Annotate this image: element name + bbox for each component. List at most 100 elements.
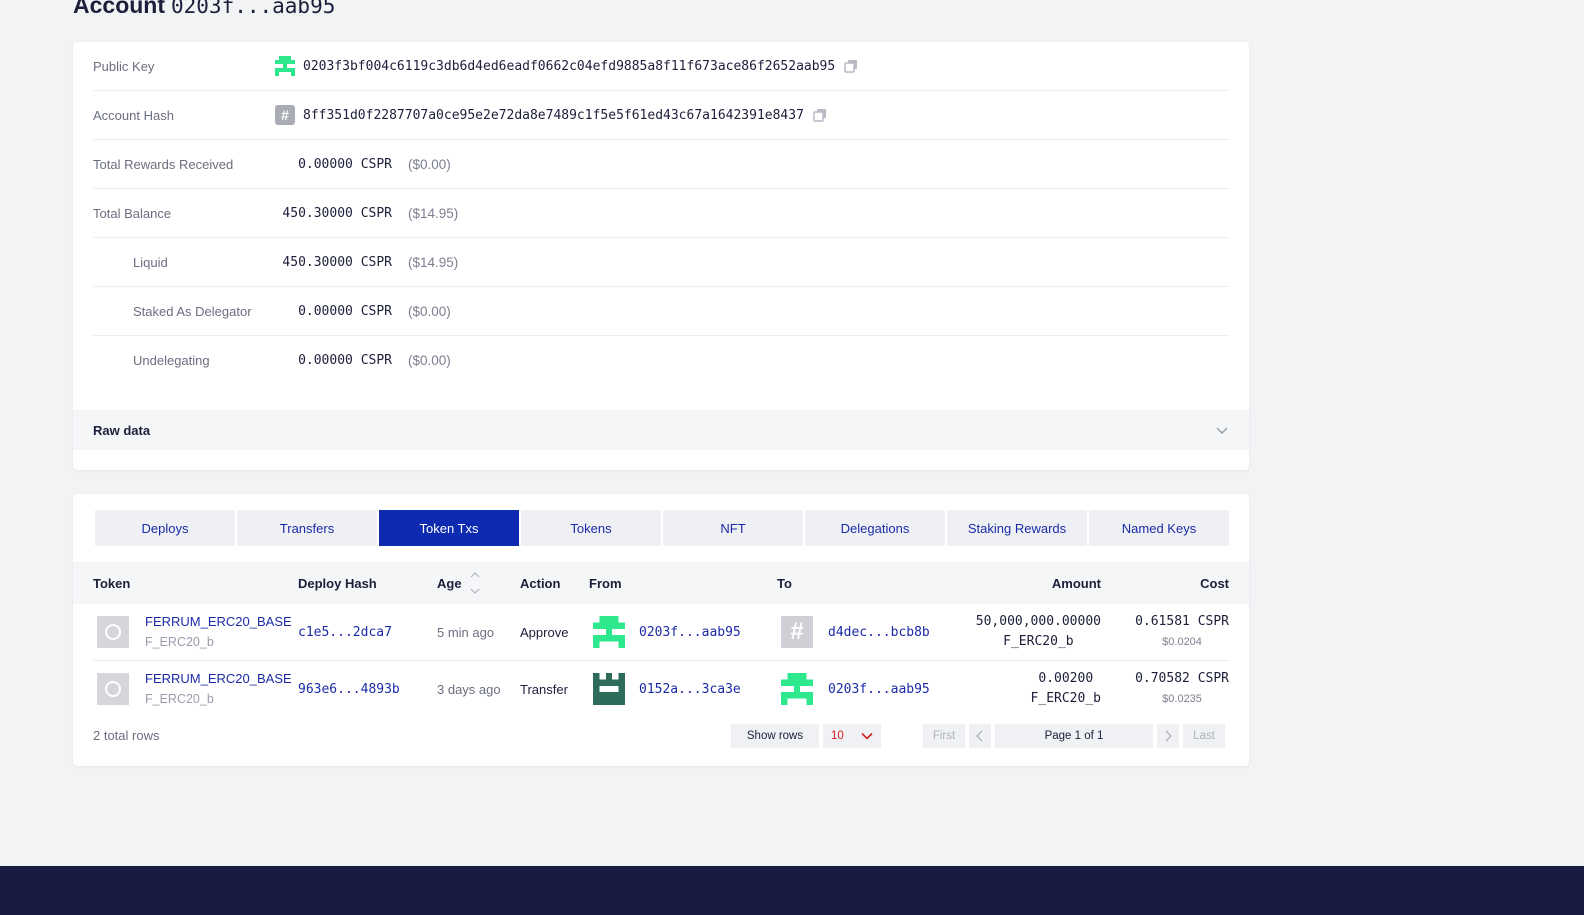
identicon-icon: [593, 616, 625, 648]
cost-usd: $0.0204: [1162, 636, 1202, 648]
identicon-icon: [593, 673, 625, 705]
tab-nft[interactable]: NFT: [663, 510, 803, 546]
from-account-link[interactable]: 0152a...3ca3e: [639, 682, 741, 697]
table-row: FERRUM_ERC20_BASE F_ERC20_b c1e5...2dca7…: [93, 604, 1229, 661]
undelegating-label: Undelegating: [133, 352, 210, 368]
token-txs-card: Deploys Transfers Token Txs Tokens NFT D…: [73, 494, 1249, 766]
to-account-link[interactable]: d4dec...bcb8b: [828, 625, 930, 640]
chevron-left-icon: [976, 730, 983, 742]
cost-usd: $0.0235: [1162, 693, 1202, 705]
column-header-age[interactable]: Age: [437, 562, 480, 604]
column-header-action: Action: [520, 575, 561, 591]
column-header-from: From: [589, 575, 622, 591]
total-balance-row: Total Balance 450.30000 CSPR ($14.95): [93, 189, 1229, 238]
amount-symbol: F_ERC20_b: [1030, 691, 1101, 706]
column-header-age-label: Age: [437, 575, 462, 591]
amount-cell: 50,000,000.00000 F_ERC20_b: [976, 604, 1101, 660]
copy-icon[interactable]: [844, 59, 858, 73]
token-symbol: F_ERC20_b: [145, 635, 214, 649]
hash-icon: #: [275, 105, 295, 125]
account-short-hash: 0203f...aab95: [171, 0, 336, 18]
token-cell: FERRUM_ERC20_BASE F_ERC20_b: [97, 604, 292, 660]
tab-tokens[interactable]: Tokens: [521, 510, 661, 546]
prev-page-button[interactable]: [969, 724, 991, 748]
tab-delegations[interactable]: Delegations: [805, 510, 945, 546]
sort-icon: [470, 572, 479, 594]
liquid-usd: ($14.95): [408, 254, 459, 270]
age-text: 5 min ago: [437, 624, 495, 640]
token-image-icon: [97, 616, 129, 648]
amount-symbol: F_ERC20_b: [1003, 634, 1074, 649]
column-header-token: Token: [93, 575, 131, 591]
amount-value: 0.00200: [1038, 671, 1094, 686]
to-account-link[interactable]: 0203f...aab95: [828, 682, 930, 697]
tab-staking-rewards[interactable]: Staking Rewards: [947, 510, 1087, 546]
total-rewards-amount: 0.00000 CSPR: [298, 156, 392, 172]
total-rewards-usd: ($0.00): [408, 156, 451, 172]
staked-row: Staked As Delegator 0.00000 CSPR ($0.00): [93, 287, 1229, 336]
chevron-right-icon: [1165, 730, 1172, 742]
next-page-button[interactable]: [1157, 724, 1179, 748]
column-header-cost: Cost: [1200, 575, 1229, 591]
token-symbol: F_ERC20_b: [145, 692, 214, 706]
raw-data-toggle[interactable]: Raw data: [73, 410, 1249, 450]
to-cell: 0203f...aab95: [781, 661, 930, 717]
last-page-button[interactable]: Last: [1183, 724, 1225, 748]
token-name-link[interactable]: FERRUM_ERC20_BASE: [145, 612, 292, 632]
tab-transfers[interactable]: Transfers: [237, 510, 377, 546]
identicon-icon: [275, 56, 295, 76]
rows-per-page-value: 10: [831, 730, 844, 742]
identicon-icon: [781, 673, 813, 705]
column-header-deploy-hash: Deploy Hash: [298, 575, 377, 591]
from-cell: 0203f...aab95: [593, 604, 741, 660]
staked-amount: 0.00000 CSPR: [298, 303, 392, 319]
liquid-label: Liquid: [133, 254, 168, 270]
column-header-to: To: [777, 575, 792, 591]
undelegating-row: Undelegating 0.00000 CSPR ($0.00): [93, 336, 1229, 384]
column-header-amount: Amount: [1051, 575, 1101, 591]
copy-icon[interactable]: [813, 108, 827, 122]
token-image-icon: [97, 673, 129, 705]
tab-named-keys[interactable]: Named Keys: [1089, 510, 1229, 546]
cost-value: 0.61581 CSPR: [1135, 614, 1229, 629]
table-header: Token Deploy Hash Age Action From To Amo…: [73, 562, 1249, 604]
rows-per-page-select[interactable]: 10: [823, 724, 881, 748]
tab-deploys[interactable]: Deploys: [95, 510, 235, 546]
liquid-row: Liquid 450.30000 CSPR ($14.95): [93, 238, 1229, 287]
hash-icon: #: [781, 616, 813, 648]
tab-token-txs[interactable]: Token Txs: [379, 510, 519, 546]
to-cell: # d4dec...bcb8b: [781, 604, 930, 660]
undelegating-usd: ($0.00): [408, 352, 451, 368]
staked-label: Staked As Delegator: [133, 303, 252, 319]
site-footer: [0, 866, 1584, 915]
liquid-amount: 450.30000 CSPR: [282, 254, 392, 270]
staked-usd: ($0.00): [408, 303, 451, 319]
cost-cell: 0.70582 CSPR $0.0235: [1135, 661, 1229, 717]
token-cell: FERRUM_ERC20_BASE F_ERC20_b: [97, 661, 292, 717]
total-balance-amount: 450.30000 CSPR: [282, 205, 392, 221]
public-key-value: 0203f3bf004c6119c3db6d4ed6eadf0662c04efd…: [303, 58, 836, 74]
cost-value: 0.70582 CSPR: [1135, 671, 1229, 686]
page-title-label: Account: [73, 0, 165, 18]
from-cell: 0152a...3ca3e: [593, 661, 741, 717]
account-info-card: Public Key 0203f3bf004c6119c3db6d4ed6ead…: [73, 42, 1249, 470]
public-key-row: Public Key 0203f3bf004c6119c3db6d4ed6ead…: [93, 42, 1229, 91]
page-info: Page 1 of 1: [995, 724, 1153, 748]
amount-cell: 0.00200 F_ERC20_b: [1031, 661, 1101, 717]
total-balance-label: Total Balance: [93, 205, 172, 221]
cost-cell: 0.61581 CSPR $0.0204: [1135, 604, 1229, 660]
deploy-hash-link[interactable]: c1e5...2dca7: [298, 604, 392, 660]
show-rows-label: Show rows: [731, 724, 819, 748]
from-account-link[interactable]: 0203f...aab95: [639, 625, 741, 640]
total-rewards-label: Total Rewards Received: [93, 156, 234, 172]
total-rows-text: 2 total rows: [93, 727, 160, 743]
public-key-label: Public Key: [93, 58, 155, 74]
deploy-hash-link[interactable]: 963e6...4893b: [298, 661, 400, 717]
action-text: Approve: [520, 624, 569, 640]
page-title: Account 0203f...aab95: [73, 0, 335, 21]
account-hash-value: 8ff351d0f2287707a0ce95e2e72da8e7489c1f5e…: [303, 107, 804, 123]
table-footer: 2 total rows Show rows 10 First Page 1 o…: [93, 722, 1229, 748]
first-page-button[interactable]: First: [923, 724, 965, 748]
table-row: FERRUM_ERC20_BASE F_ERC20_b 963e6...4893…: [93, 661, 1229, 717]
token-name-link[interactable]: FERRUM_ERC20_BASE: [145, 669, 292, 689]
